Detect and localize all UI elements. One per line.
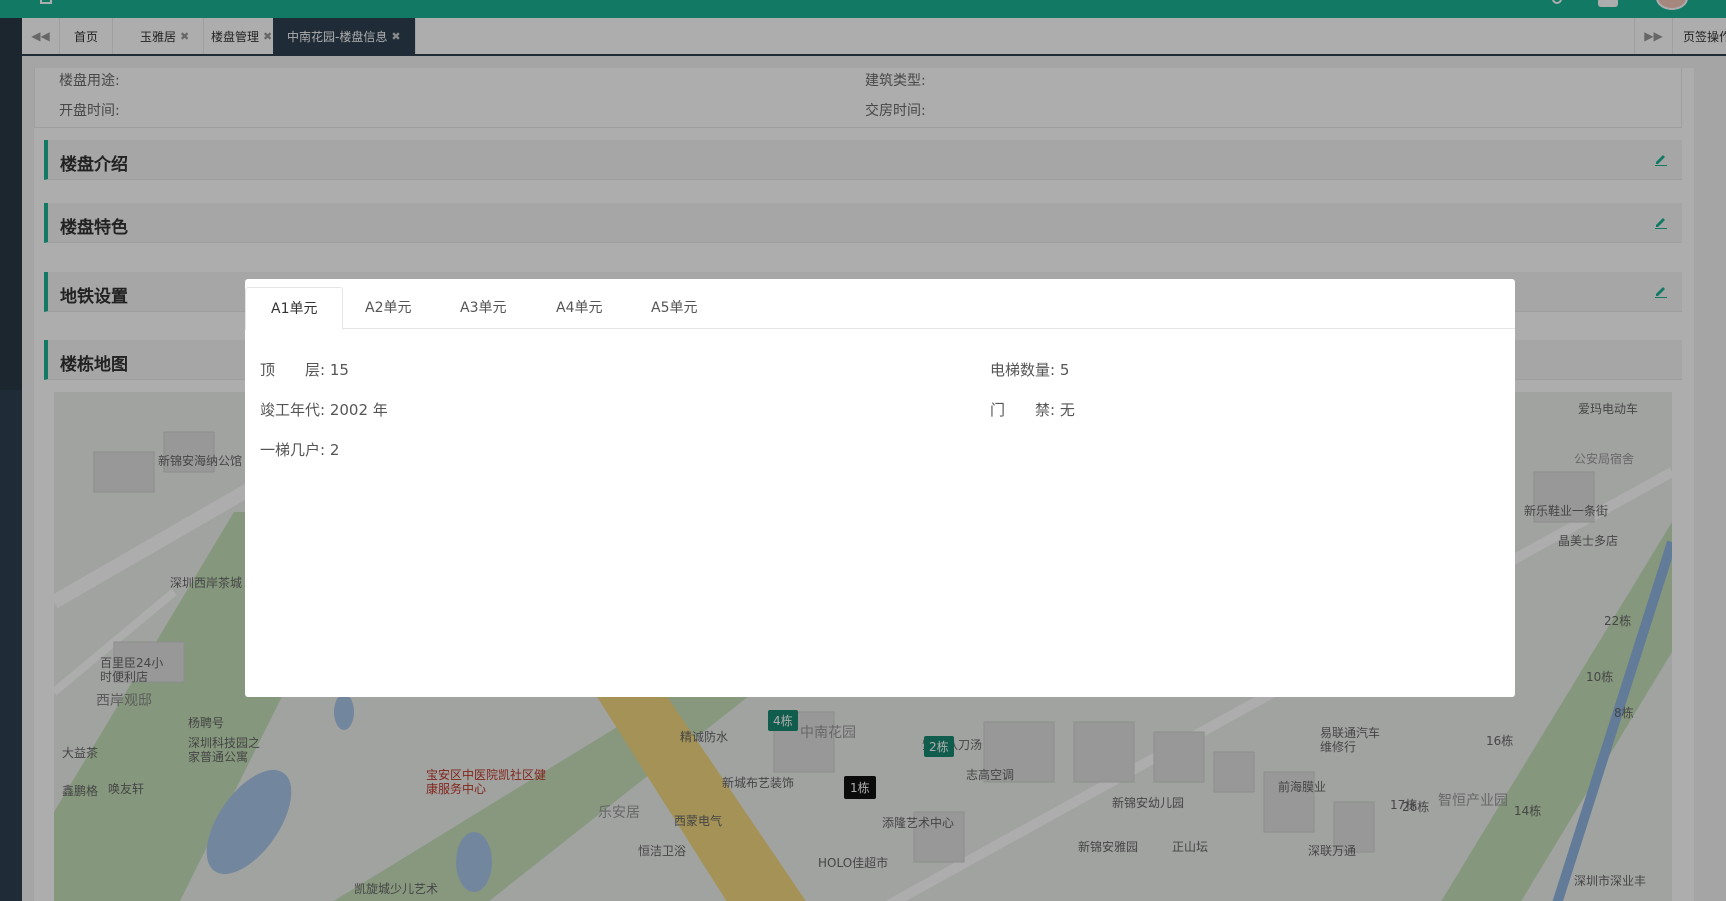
top-floor-value: 15: [329, 361, 349, 379]
tab-unit-a2[interactable]: A2单元: [340, 287, 436, 330]
households-label: 一梯几户:: [260, 441, 326, 459]
unit-info-modal: A1单元 A2单元 A3单元 A4单元 A5单元 顶 层: 15 电梯数量: 5…: [245, 279, 1515, 697]
tab-unit-a5[interactable]: A5单元: [626, 287, 722, 330]
access-control-label: 门 禁:: [990, 401, 1056, 419]
access-control-field: 门 禁: 无: [990, 399, 1075, 420]
completion-label: 竣工年代:: [260, 401, 326, 419]
elevators-field: 电梯数量: 5: [990, 359, 1069, 380]
elevators-value: 5: [1059, 361, 1070, 379]
elevators-label: 电梯数量:: [990, 361, 1056, 379]
top-floor-field: 顶 层: 15: [260, 359, 349, 380]
tab-unit-a4[interactable]: A4单元: [531, 287, 627, 330]
unit-tabs: A1单元 A2单元 A3单元 A4单元 A5单元: [245, 279, 1515, 330]
tab-unit-a3[interactable]: A3单元: [435, 287, 531, 330]
tab-unit-a1[interactable]: A1单元: [245, 287, 344, 330]
completion-field: 竣工年代: 2002 年: [260, 399, 388, 420]
households-field: 一梯几户: 2: [260, 439, 339, 460]
completion-value: 2002 年: [329, 401, 388, 419]
households-value: 2: [329, 441, 340, 459]
top-floor-label: 顶 层:: [260, 361, 326, 379]
access-control-value: 无: [1059, 401, 1075, 419]
